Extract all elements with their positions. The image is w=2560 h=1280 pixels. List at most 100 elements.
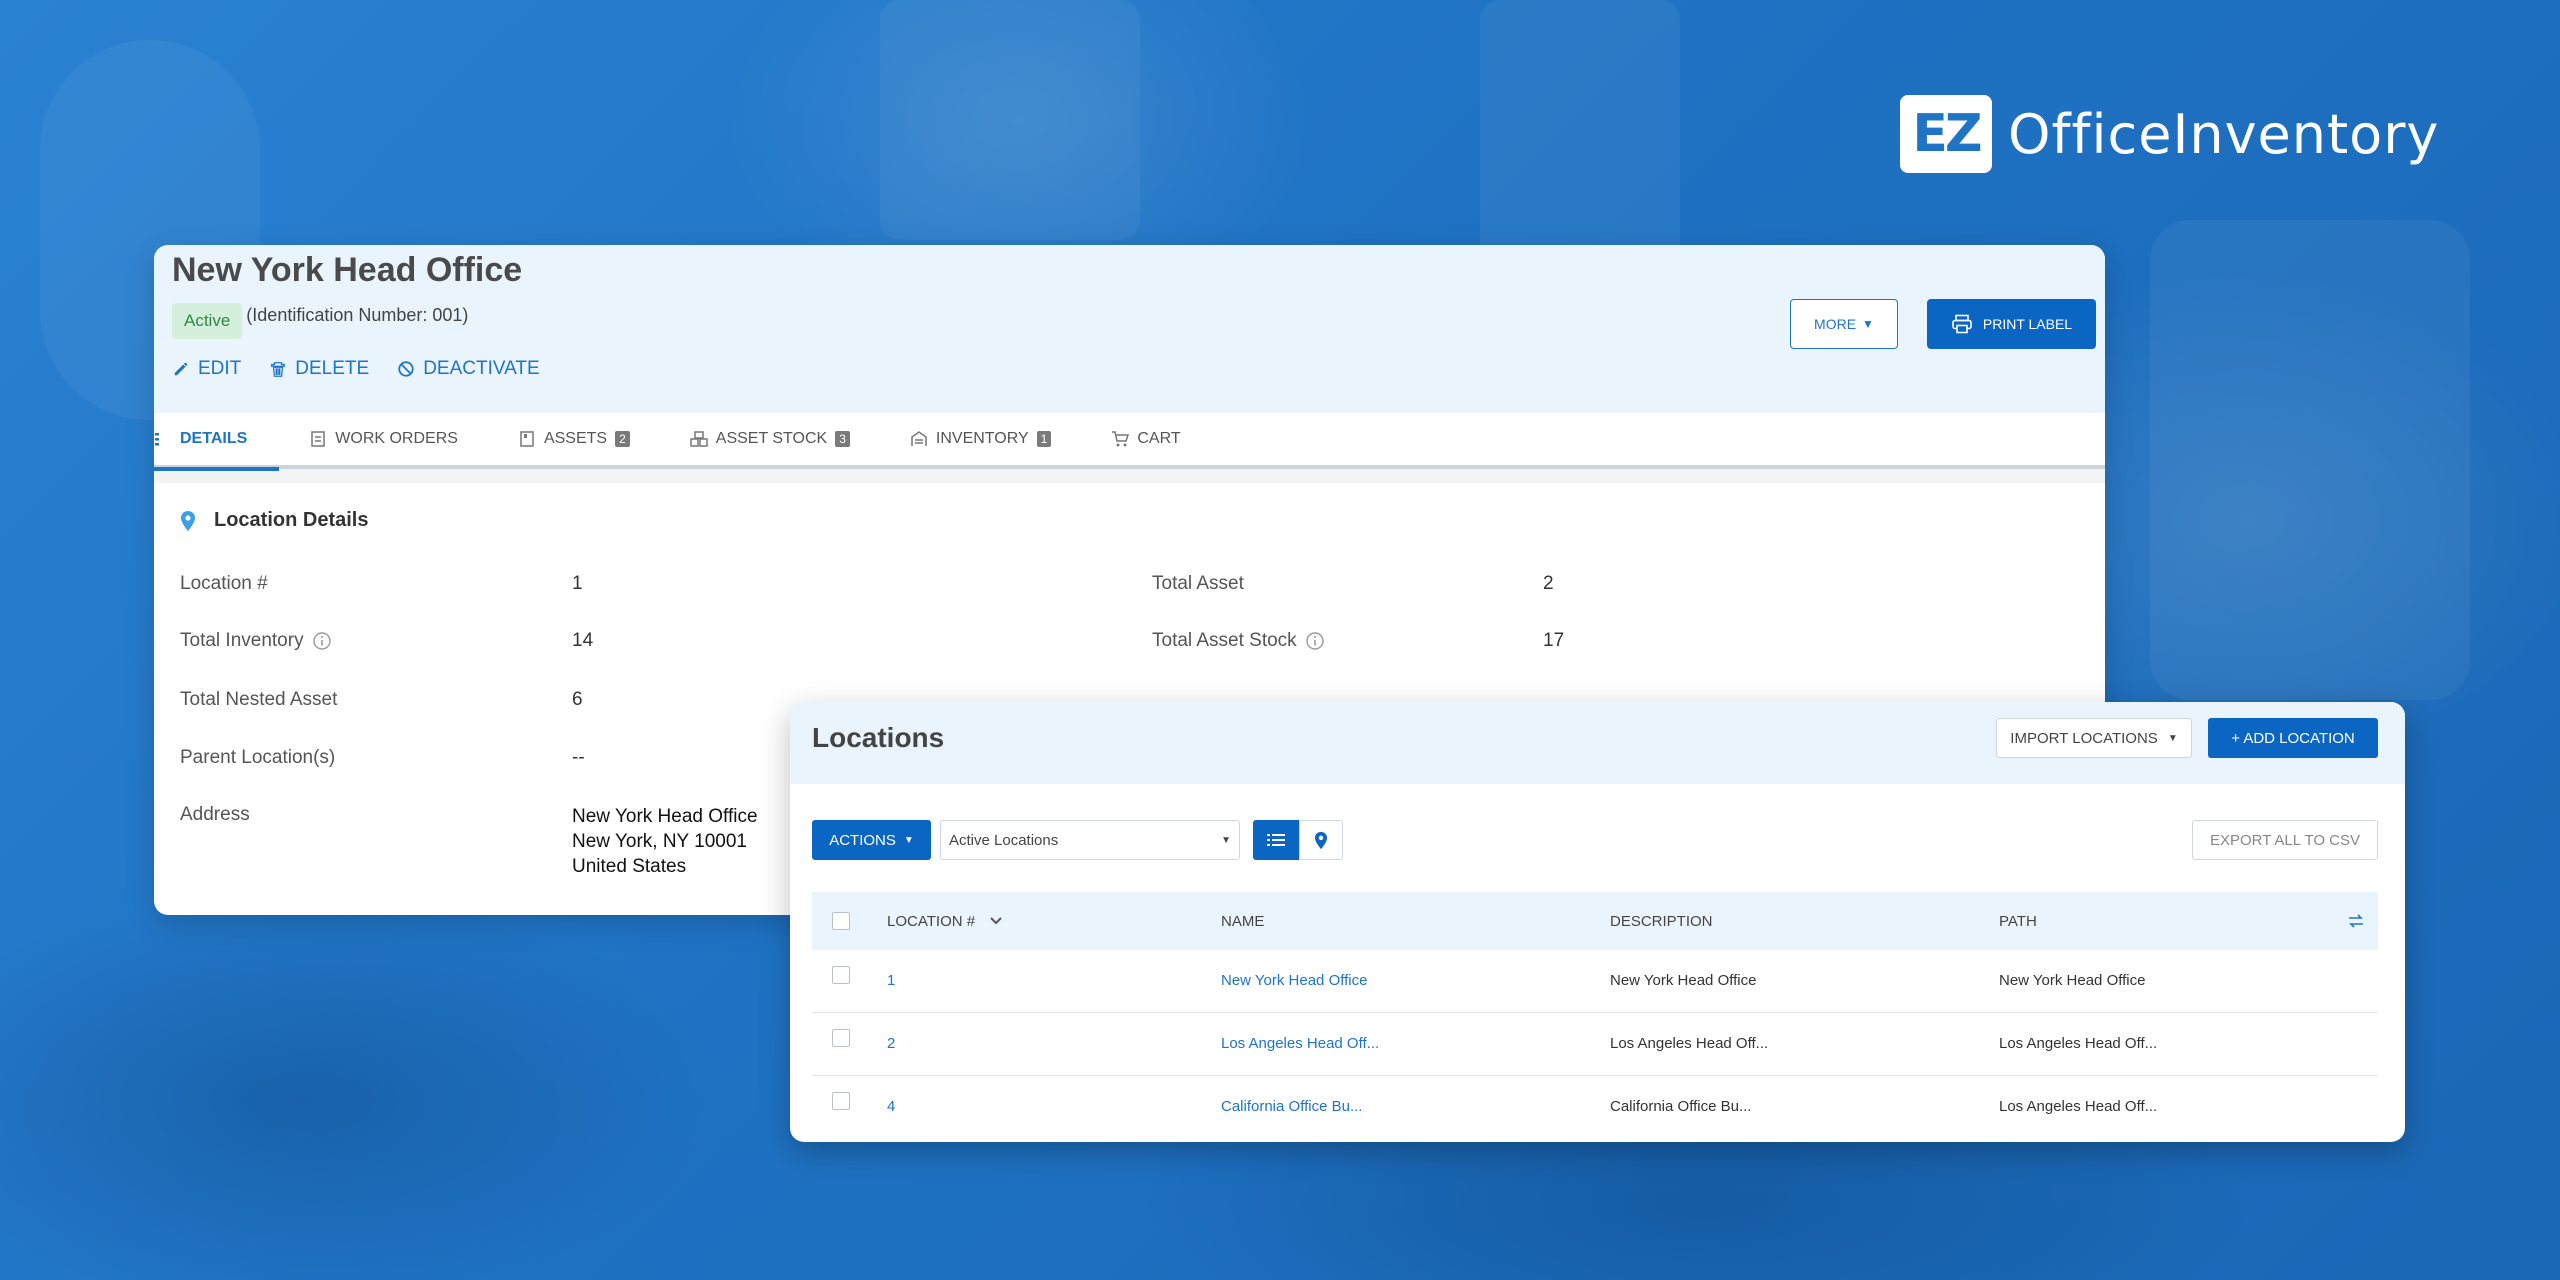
field-parent-locations: Parent Location(s) -- — [180, 747, 585, 769]
brand-logo: EZ OfficeInventory — [1900, 95, 2439, 173]
import-label: IMPORT LOCATIONS — [2010, 729, 2158, 747]
address-line: New York, NY 10001 — [572, 831, 747, 852]
cell-name[interactable]: California Office Bu... — [1221, 1098, 1362, 1115]
column-label: LOCATION # — [887, 912, 976, 930]
column-description[interactable]: DESCRIPTION — [1610, 913, 1713, 930]
column-settings-button[interactable] — [2348, 914, 2364, 928]
field-address: Address New York Head Office New York, N… — [180, 804, 758, 877]
cell-name[interactable]: New York Head Office — [1221, 972, 1367, 989]
field-label: Total Asset Stock — [1152, 630, 1325, 652]
page-title: New York Head Office — [172, 251, 523, 289]
row-checkbox[interactable] — [832, 966, 850, 984]
edit-label: EDIT — [198, 358, 242, 379]
field-value: -- — [572, 747, 585, 768]
locations-toolbar: ACTIONS ▼ Active Locations ▼ EXPORT ALL … — [790, 784, 2405, 892]
row-checkbox[interactable] — [832, 1029, 850, 1047]
chevron-down-icon — [990, 917, 1002, 925]
table-row[interactable]: 2 Los Angeles Head Off... Los Angeles He… — [812, 1013, 2378, 1076]
print-label-button[interactable]: PRINT LABEL — [1927, 299, 2096, 349]
table-row[interactable]: 1 New York Head Office New York Head Off… — [812, 950, 2378, 1013]
identification-number: (Identification Number: 001) — [246, 305, 469, 325]
field-total-asset-stock: Total Asset Stock 17 — [1152, 630, 1564, 652]
info-icon[interactable] — [312, 631, 332, 651]
actions-button[interactable]: ACTIONS ▼ — [812, 820, 931, 860]
address-line: New York Head Office — [572, 806, 758, 827]
list-icon — [155, 433, 159, 446]
cell-description: New York Head Office — [1610, 972, 1757, 989]
import-locations-button[interactable]: IMPORT LOCATIONS ▼ — [1996, 718, 2192, 758]
tab-count-badge: 2 — [615, 431, 630, 447]
field-value: 14 — [572, 630, 594, 651]
asset-icon — [520, 431, 534, 447]
caret-down-icon: ▼ — [1862, 317, 1874, 331]
caret-down-icon: ▼ — [2167, 732, 2178, 744]
delete-button[interactable]: DELETE — [269, 358, 369, 380]
inventory-icon — [911, 431, 927, 446]
field-label-text: Total Asset Stock — [1152, 630, 1297, 651]
tab-assets[interactable]: ASSETS 2 — [518, 411, 660, 467]
status-row: Active (Identification Number: 001) — [172, 303, 468, 339]
list-view-icon — [1267, 834, 1285, 846]
tab-details[interactable]: DETAILS — [154, 411, 280, 471]
list-view-button[interactable] — [1253, 820, 1299, 860]
cell-description: Los Angeles Head Off... — [1610, 1035, 1769, 1052]
field-value: 1 — [572, 573, 583, 594]
cell-name[interactable]: Los Angeles Head Off... — [1221, 1035, 1379, 1052]
tab-cart[interactable]: CART — [1111, 411, 1210, 467]
tab-work-orders[interactable]: WORK ORDERS — [309, 411, 488, 467]
cell-location-num[interactable]: 4 — [887, 1098, 895, 1115]
locations-header: Locations IMPORT LOCATIONS ▼ + ADD LOCAT… — [790, 702, 2405, 784]
cell-location-num[interactable]: 2 — [887, 1035, 895, 1052]
more-button[interactable]: MORE ▼ — [1790, 299, 1898, 349]
field-label-text: Total Inventory — [180, 630, 304, 651]
column-location-num[interactable]: LOCATION # — [887, 913, 1003, 930]
location-pin-icon — [181, 510, 195, 531]
tab-label: INVENTORY — [935, 430, 1029, 447]
tab-label: WORK ORDERS — [335, 430, 458, 447]
tab-divider — [154, 469, 2105, 483]
locations-card: Locations IMPORT LOCATIONS ▼ + ADD LOCAT… — [790, 702, 2405, 1142]
detail-tabs: DETAILS WORK ORDERS ASSETS 2 ASSET STOCK… — [154, 411, 2105, 471]
field-label: Location # — [180, 573, 268, 594]
column-name[interactable]: NAME — [1221, 913, 1264, 930]
location-pin-icon — [1314, 831, 1328, 849]
field-total-nested-asset: Total Nested Asset 6 — [180, 689, 583, 711]
field-label: Parent Location(s) — [180, 747, 336, 768]
tab-count-badge: 1 — [1036, 431, 1052, 447]
stock-icon — [690, 431, 708, 447]
info-icon[interactable] — [1305, 631, 1325, 651]
pencil-icon — [174, 362, 188, 376]
field-label: Total Nested Asset — [180, 689, 338, 710]
tab-label: ASSET STOCK — [715, 430, 828, 447]
export-csv-button[interactable]: EXPORT ALL TO CSV — [2192, 820, 2378, 860]
field-total-asset: Total Asset 2 — [1152, 573, 1554, 595]
brand-name: OfficeInventory — [2008, 102, 2440, 166]
cell-path: Los Angeles Head Off... — [1999, 1035, 2158, 1052]
field-label: Address — [180, 804, 250, 825]
table-row[interactable]: 4 California Office Bu... California Off… — [812, 1076, 2378, 1139]
printer-icon — [1952, 314, 1972, 334]
clipboard-icon — [311, 431, 326, 447]
deactivate-label: DEACTIVATE — [423, 358, 540, 379]
add-location-button[interactable]: + ADD LOCATION — [2208, 718, 2378, 758]
map-view-button[interactable] — [1299, 820, 1343, 860]
deactivate-button[interactable]: DEACTIVATE — [397, 358, 540, 380]
tab-inventory[interactable]: INVENTORY 1 — [910, 411, 1081, 467]
cell-path: Los Angeles Head Off... — [1999, 1098, 2158, 1115]
tab-asset-stock[interactable]: ASSET STOCK 3 — [690, 411, 880, 467]
edit-button[interactable]: EDIT — [172, 358, 241, 380]
field-label: Total Asset — [1152, 573, 1244, 594]
field-value: 2 — [1543, 573, 1554, 594]
select-all-checkbox[interactable] — [832, 912, 850, 930]
section-title: Location Details — [214, 509, 369, 531]
field-value: 17 — [1543, 630, 1565, 651]
cell-path: New York Head Office — [1999, 972, 2146, 989]
status-badge: Active — [172, 303, 243, 339]
column-path[interactable]: PATH — [1999, 913, 2037, 930]
field-value: 6 — [572, 689, 583, 710]
row-checkbox[interactable] — [832, 1092, 850, 1110]
cell-location-num[interactable]: 1 — [887, 972, 895, 989]
logo-mark: EZ — [1900, 95, 1992, 173]
address-value: New York Head Office New York, NY 10001 … — [572, 804, 758, 879]
location-filter-select[interactable]: Active Locations ▼ — [940, 820, 1240, 860]
